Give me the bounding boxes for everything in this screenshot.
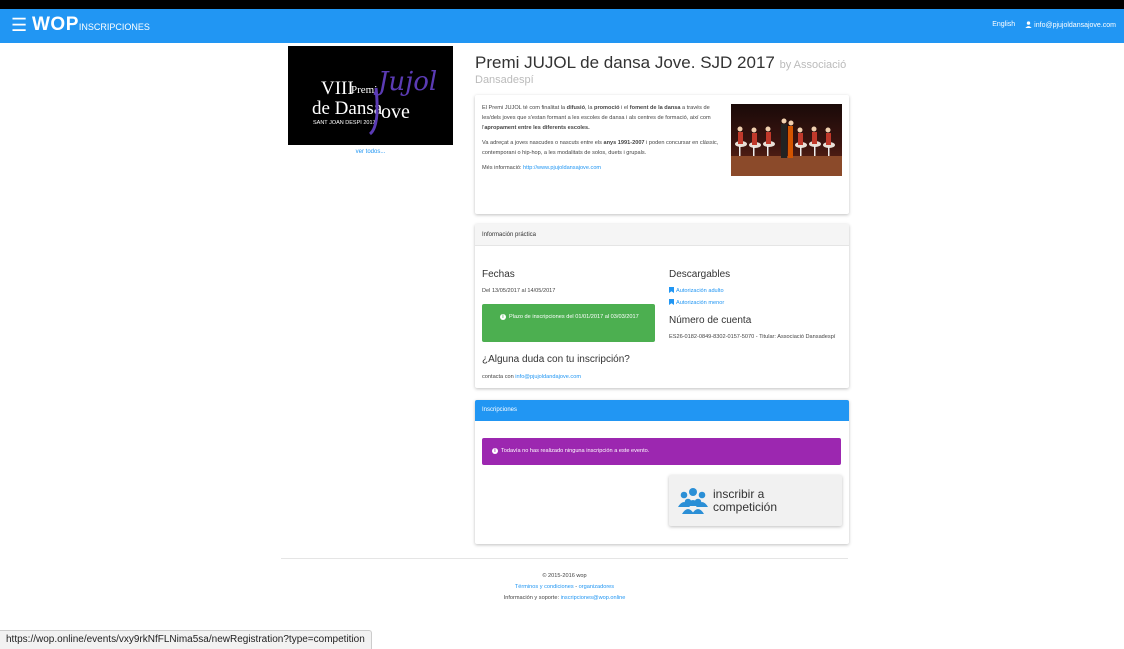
bookmark-icon (669, 299, 674, 305)
no-inscription-alert: i Todavía no has realizado ninguna inscri… (482, 438, 841, 465)
organizers-link[interactable]: organizadores (579, 584, 614, 590)
info-icon: i (492, 448, 498, 454)
poster-line1: VIII (321, 78, 354, 99)
dancers-photo-image (731, 104, 842, 176)
plazo-text: Plazo de inscripciones del 01/01/2017 al… (509, 314, 639, 320)
footer: © 2015-2016 wop Términos y condiciones -… (281, 571, 848, 604)
group-icon (678, 488, 708, 514)
footer-divider (281, 558, 848, 559)
user-menu[interactable]: info@pjujoldansajove.com (1025, 21, 1116, 29)
inscripciones-panel: Inscripciones i Todavía no has realizado … (475, 400, 849, 544)
brand-logo[interactable]: WOPINSCRIPCIONES (32, 14, 150, 36)
poster-line2: de Dansa (312, 98, 383, 119)
description-paragraph-3: Més informació: http://www.pjujoldansajo… (482, 165, 602, 171)
browser-viewport: ☰ WOPINSCRIPCIONES English info@pjujolda… (0, 9, 1124, 649)
brand-subtitle: INSCRIPCIONES (78, 22, 150, 32)
inscribir-button-label: inscribir a competición (713, 487, 778, 514)
menu-icon[interactable]: ☰ (11, 15, 27, 35)
terms-link[interactable]: Términos y condiciones (515, 584, 574, 590)
more-info-link[interactable]: http://www.pjujoldansajove.com (523, 165, 601, 171)
contacta-line: contacta con info@pjujoldandajove.com (482, 374, 581, 380)
poster-line3: SANT JOAN DESPI 2017 (313, 120, 376, 126)
language-link[interactable]: English (992, 21, 1015, 29)
footer-links: Términos y condiciones - organizadores (514, 584, 615, 590)
status-bar-url: https://wop.online/events/vxy9rkNfFLNima… (0, 630, 372, 649)
bookmark-icon (669, 287, 674, 293)
description-paragraph-1: El Premi JUJOL té com finalitat la difus… (482, 105, 711, 131)
event-title: Premi JUJOL de dansa Jove. SJD 2017 by A… (475, 52, 875, 76)
poster-jove: ove (381, 101, 410, 123)
info-panel-header: Información práctica (475, 224, 849, 246)
top-navbar: ☰ WOPINSCRIPCIONES English info@pjujolda… (0, 9, 1124, 43)
info-panel: Información práctica Fechas Del 13/05/20… (475, 224, 849, 388)
support-email-link[interactable]: inscripciones@wop.online (561, 595, 626, 601)
event-by: by Associació (779, 59, 847, 71)
poster-line1b: Premi (351, 84, 377, 96)
inscripciones-header: Inscripciones (475, 400, 849, 421)
cuenta-value: ES26-0182-0849-8302-0157-5070 - Titular:… (669, 334, 836, 340)
navbar-right: English info@pjujoldansajove.com (992, 21, 1116, 29)
inscribir-competicion-button[interactable]: inscribir a competición (669, 475, 842, 526)
autorizacion-adulto-link[interactable]: Autorización adulto (669, 287, 724, 294)
event-organizer: Dansadespí (475, 74, 534, 86)
no-inscription-text: Todavía no has realizado ninguna inscrip… (501, 448, 650, 454)
descargables-title: Descargables (669, 269, 731, 280)
footer-copyright: © 2015-2016 wop (542, 573, 587, 579)
event-poster[interactable]: VIII Premi de Dansa SANT JOAN DESPI 2017… (288, 46, 453, 145)
fechas-title: Fechas (482, 269, 515, 280)
plazo-alert: i Plazo de inscripciones del 01/01/2017 a… (482, 304, 655, 342)
description-panel: El Premi JUJOL té com finalitat la difus… (475, 95, 849, 214)
user-icon (1025, 21, 1032, 28)
poster-image: VIII Premi de Dansa SANT JOAN DESPI 2017… (288, 46, 453, 145)
brand-text: WOP (32, 14, 79, 35)
ver-todos-link[interactable]: ver todos... (288, 149, 453, 155)
fechas-value: Del 13/05/2017 al 14/05/2017 (482, 288, 556, 294)
duda-title: ¿Alguna duda con tu inscripción? (482, 354, 630, 365)
description-paragraph-2: Va adreçat a joves nascudes o nascuts en… (482, 140, 719, 156)
user-email: info@pjujoldansajove.com (1034, 22, 1116, 29)
dancers-photo (731, 104, 842, 176)
autorizacion-menor-link[interactable]: Autorización menor (669, 299, 724, 306)
event-title-text: Premi JUJOL de dansa Jove. SJD 2017 (475, 53, 775, 72)
contact-email-link[interactable]: info@pjujoldandajove.com (515, 374, 581, 380)
cuenta-title: Número de cuenta (669, 315, 752, 326)
description-text: El Premi JUJOL té com finalitat la difus… (482, 103, 728, 178)
poster-jujol: Jujol (373, 67, 437, 97)
footer-support: Información y soporte: inscripciones@wop… (503, 595, 626, 601)
info-icon: i (500, 314, 506, 320)
